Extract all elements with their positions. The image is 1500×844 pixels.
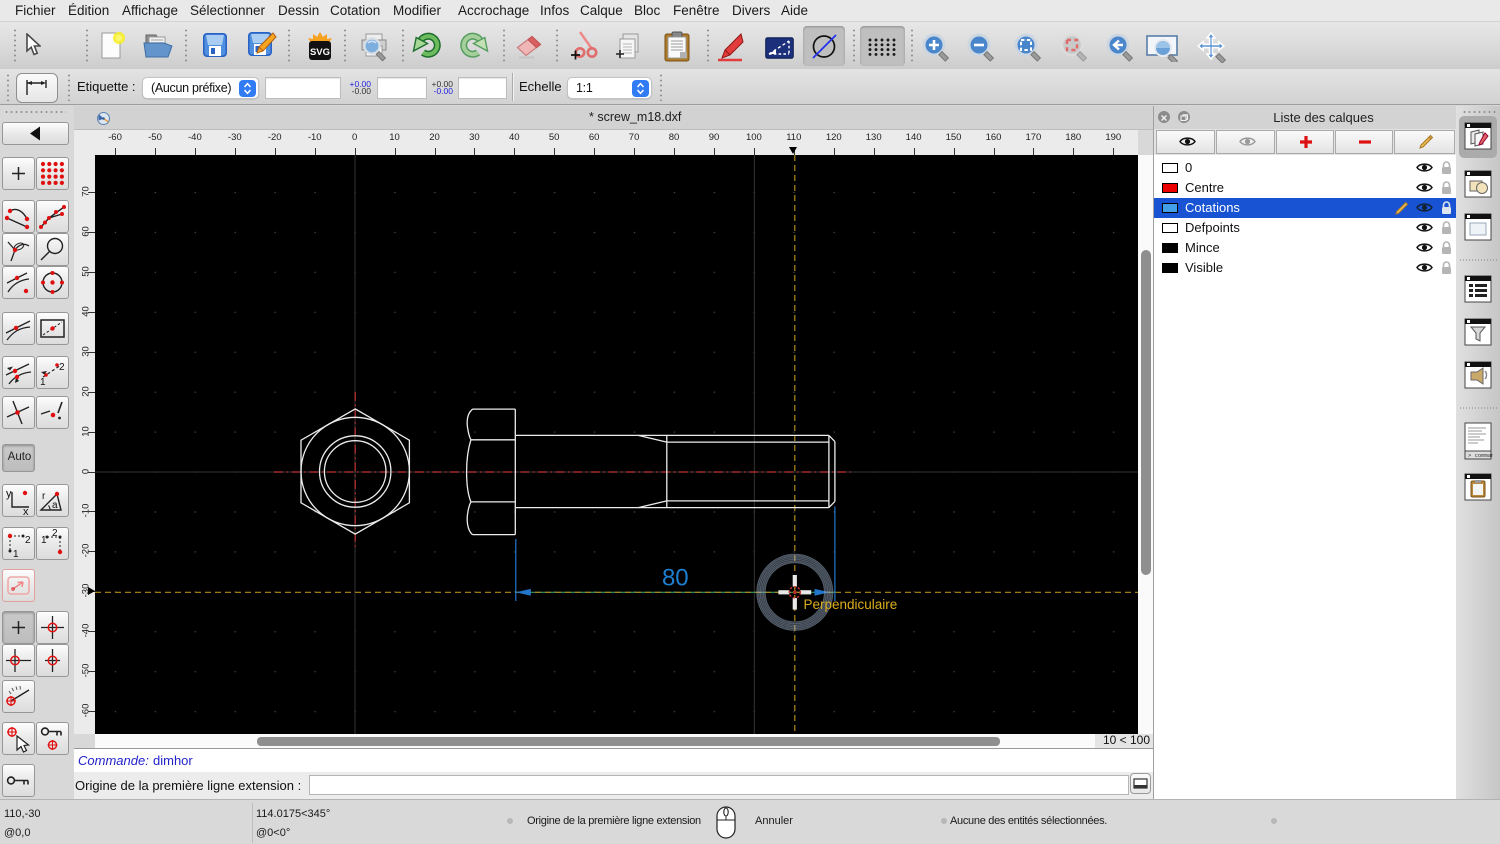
svg-text:2: 2 — [25, 535, 31, 546]
svg-text:Perpendiculaire: Perpendiculaire — [804, 597, 898, 612]
svg-text:1: 1 — [40, 377, 46, 388]
svg-text:2: 2 — [59, 362, 65, 373]
svg-text:1: 1 — [13, 549, 19, 559]
svg-text:a: a — [52, 500, 58, 511]
svg-text:80: 80 — [662, 565, 689, 592]
svg-text:> command: > command — [1468, 452, 1493, 459]
svg-text:1: 1 — [41, 535, 47, 546]
svg-text:x: x — [23, 506, 29, 516]
svg-text:y: y — [6, 488, 12, 500]
svg-text:r: r — [42, 491, 46, 502]
svg-text:2: 2 — [52, 528, 58, 539]
svg-text:SVG: SVG — [310, 47, 330, 58]
